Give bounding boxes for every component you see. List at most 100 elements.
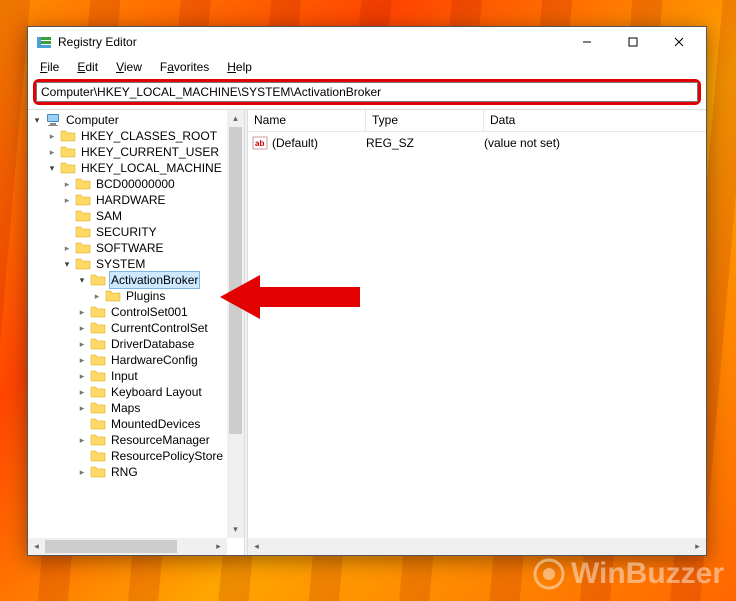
window-title: Registry Editor xyxy=(58,35,564,49)
scroll-right-icon[interactable]: ▸ xyxy=(210,538,227,555)
column-name[interactable]: Name xyxy=(248,110,366,131)
tree-node-activationbroker[interactable]: ▾ActivationBroker xyxy=(30,272,244,288)
values-pane: Name Type Data ab (Default) REG_SZ (valu… xyxy=(248,110,706,555)
expand-toggle[interactable]: ▸ xyxy=(45,145,59,159)
tree-node[interactable]: ▸Keyboard Layout xyxy=(30,384,244,400)
tree-node[interactable]: SECURITY xyxy=(30,224,244,240)
menu-file[interactable]: File xyxy=(32,58,67,76)
tree-horizontal-scrollbar[interactable]: ◂▸ xyxy=(28,538,227,555)
tree-node-hkcu[interactable]: ▸HKEY_CURRENT_USER xyxy=(30,144,244,160)
folder-icon xyxy=(90,320,106,336)
tree-node[interactable]: ResourcePolicyStore xyxy=(30,448,244,464)
folder-icon xyxy=(75,224,91,240)
expand-toggle[interactable]: ▸ xyxy=(75,433,89,447)
tree-node[interactable]: ▸DriverDatabase xyxy=(30,336,244,352)
folder-icon xyxy=(90,352,106,368)
tree-vertical-scrollbar[interactable]: ▴▾ xyxy=(227,110,244,538)
expand-toggle[interactable]: ▸ xyxy=(60,241,74,255)
tree-node[interactable]: ▸HardwareConfig xyxy=(30,352,244,368)
tree-node-plugins[interactable]: ▸Plugins xyxy=(30,288,244,304)
tree-node-hklm[interactable]: ▾HKEY_LOCAL_MACHINE xyxy=(30,160,244,176)
tree-node[interactable]: SAM xyxy=(30,208,244,224)
folder-icon xyxy=(90,432,106,448)
menu-favorites[interactable]: Favorites xyxy=(152,58,217,76)
tree-pane: ▾ Computer ▸HKEY_CLASSES_ROOT ▸HKEY_CURR… xyxy=(28,110,244,555)
tree-node[interactable]: ▸RNG xyxy=(30,464,244,480)
expand-toggle[interactable]: ▾ xyxy=(30,113,44,127)
expand-toggle[interactable]: ▾ xyxy=(75,273,89,287)
menu-edit[interactable]: Edit xyxy=(69,58,106,76)
tree-node[interactable]: ▸BCD00000000 xyxy=(30,176,244,192)
scroll-left-icon[interactable]: ◂ xyxy=(248,538,265,555)
folder-icon xyxy=(90,336,106,352)
expand-toggle[interactable]: ▸ xyxy=(60,193,74,207)
address-bar[interactable] xyxy=(36,82,698,102)
folder-icon xyxy=(90,272,106,288)
folder-icon xyxy=(75,240,91,256)
folder-icon xyxy=(75,176,91,192)
tree-node-computer[interactable]: ▾ Computer xyxy=(30,112,244,128)
expand-toggle[interactable]: ▾ xyxy=(60,257,74,271)
folder-icon xyxy=(75,256,91,272)
value-data: (value not set) xyxy=(484,136,702,150)
folder-icon xyxy=(90,368,106,384)
menubar: File Edit View Favorites Help xyxy=(28,57,706,77)
expand-toggle[interactable]: ▸ xyxy=(60,177,74,191)
expand-toggle[interactable]: ▸ xyxy=(75,353,89,367)
expand-toggle[interactable]: ▸ xyxy=(45,129,59,143)
regedit-icon xyxy=(36,34,52,50)
tree-node-system[interactable]: ▾SYSTEM xyxy=(30,256,244,272)
tree-node[interactable]: ▸HARDWARE xyxy=(30,192,244,208)
value-type: REG_SZ xyxy=(366,136,484,150)
tree-node[interactable]: ▸CurrentControlSet xyxy=(30,320,244,336)
expand-toggle[interactable]: ▸ xyxy=(75,337,89,351)
column-data[interactable]: Data xyxy=(484,110,706,131)
tree-node[interactable]: ▸ControlSet001 xyxy=(30,304,244,320)
expand-toggle[interactable]: ▸ xyxy=(75,369,89,383)
scroll-right-icon[interactable]: ▸ xyxy=(689,538,706,555)
close-button[interactable] xyxy=(656,27,702,57)
folder-icon xyxy=(75,208,91,224)
list-header: Name Type Data xyxy=(248,110,706,132)
tree-node[interactable]: ▸Maps xyxy=(30,400,244,416)
value-name: (Default) xyxy=(272,136,366,150)
folder-icon xyxy=(90,384,106,400)
folder-icon xyxy=(90,464,106,480)
expand-toggle[interactable]: ▸ xyxy=(75,305,89,319)
folder-icon xyxy=(90,400,106,416)
scroll-down-icon[interactable]: ▾ xyxy=(227,521,244,538)
expand-toggle[interactable]: ▸ xyxy=(75,385,89,399)
watermark: WinBuzzer xyxy=(533,557,724,591)
folder-icon xyxy=(90,416,106,432)
list-horizontal-scrollbar[interactable]: ◂▸ xyxy=(248,538,706,555)
expand-toggle[interactable]: ▸ xyxy=(75,321,89,335)
folder-icon xyxy=(60,128,76,144)
column-type[interactable]: Type xyxy=(366,110,484,131)
string-value-icon: ab xyxy=(252,135,268,151)
folder-icon xyxy=(75,192,91,208)
value-row[interactable]: ab (Default) REG_SZ (value not set) xyxy=(248,134,706,151)
address-highlight-annotation xyxy=(33,79,701,105)
expand-toggle[interactable]: ▸ xyxy=(90,289,104,303)
tree-node-hkcr[interactable]: ▸HKEY_CLASSES_ROOT xyxy=(30,128,244,144)
folder-icon xyxy=(60,144,76,160)
minimize-button[interactable] xyxy=(564,27,610,57)
computer-icon xyxy=(45,112,61,128)
scroll-left-icon[interactable]: ◂ xyxy=(28,538,45,555)
svg-text:ab: ab xyxy=(255,139,264,148)
tree-node[interactable]: ▸SOFTWARE xyxy=(30,240,244,256)
expand-toggle[interactable]: ▾ xyxy=(45,161,59,175)
folder-icon xyxy=(90,304,106,320)
menu-help[interactable]: Help xyxy=(219,58,260,76)
scroll-up-icon[interactable]: ▴ xyxy=(227,110,244,127)
menu-view[interactable]: View xyxy=(108,58,150,76)
tree-node[interactable]: MountedDevices xyxy=(30,416,244,432)
expand-toggle[interactable]: ▸ xyxy=(75,465,89,479)
tree-node[interactable]: ▸Input xyxy=(30,368,244,384)
folder-icon xyxy=(90,448,106,464)
registry-editor-window: Registry Editor File Edit View Favorites… xyxy=(27,26,707,556)
maximize-button[interactable] xyxy=(610,27,656,57)
expand-toggle[interactable]: ▸ xyxy=(75,401,89,415)
tree-node[interactable]: ▸ResourceManager xyxy=(30,432,244,448)
titlebar[interactable]: Registry Editor xyxy=(28,27,706,57)
